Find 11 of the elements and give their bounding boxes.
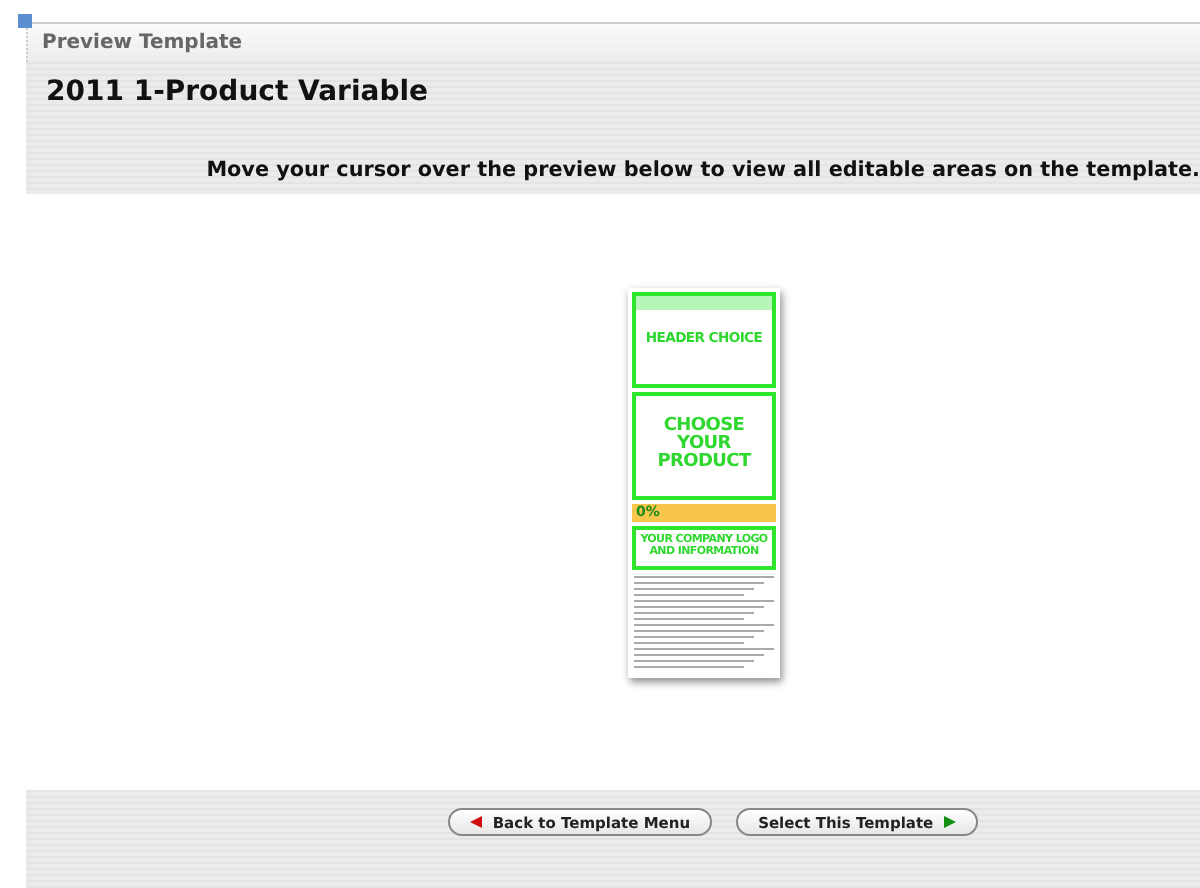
left-triangle-icon (470, 816, 483, 828)
fine-print-drawing (632, 573, 776, 669)
product-text: YOUR (677, 436, 731, 454)
instruction-text: Move your cursor over the preview below to view all editable areas on the template. (204, 158, 1200, 182)
product-text: PRODUCT (657, 454, 751, 472)
corner-marker (18, 14, 32, 28)
product-text: CHOOSE (663, 418, 745, 436)
template-name: 2011 1-Product Variable (46, 76, 431, 108)
logo-strip (636, 295, 772, 309)
panel-title: Preview Template (42, 32, 243, 54)
right-triangle-icon (943, 816, 956, 828)
